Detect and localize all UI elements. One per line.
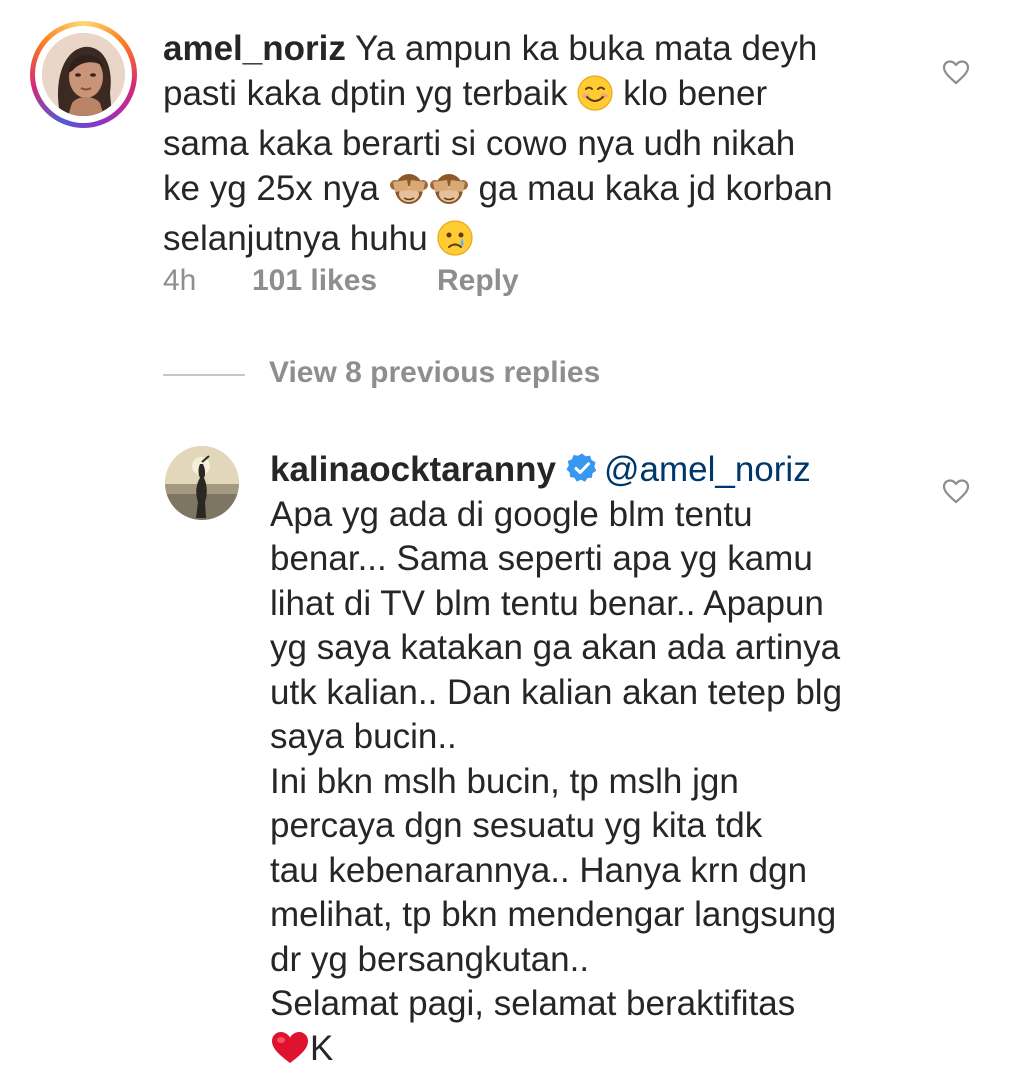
red-heart-icon <box>270 1030 310 1078</box>
comment-text-line: dr yg bersangkutan.. <box>270 939 590 979</box>
reply-comment-body: kalinaocktaranny @amel_noriz Apa yg ada d… <box>270 448 910 1077</box>
like-heart-icon[interactable] <box>942 478 970 504</box>
comment-text-line: utk kalian.. Dan kalian akan tetep blg <box>270 672 843 712</box>
verified-badge-icon <box>566 452 598 484</box>
smiling-face-icon <box>577 74 614 123</box>
comment-text-line: Ya ampun ka buka mata deyh <box>354 29 818 68</box>
comment-text-line: saya bucin.. <box>270 717 457 756</box>
avatar-beach-silhouette-image <box>165 446 239 520</box>
comment-amel-noriz: amel_noriz Ya ampun ka buka mata deyh pa… <box>0 0 1024 320</box>
comment-text-line: selanjutnya huhu <box>163 219 428 258</box>
like-heart-icon[interactable] <box>942 59 970 85</box>
view-replies-label: View 8 previous replies <box>269 356 601 389</box>
story-ring-avatar[interactable] <box>30 21 137 128</box>
comment-text-line: yg saya katakan ga akan ada artinya <box>270 628 841 667</box>
avatar[interactable] <box>165 446 239 520</box>
avatar-portrait-image <box>42 33 125 116</box>
comment-timestamp: 4h <box>163 264 197 297</box>
see-no-evil-monkey-icon <box>389 170 469 218</box>
mention-link[interactable]: @amel_noriz <box>604 450 811 489</box>
divider-line <box>163 374 245 376</box>
likes-count-link[interactable]: 101 likes <box>252 264 377 298</box>
comment-username[interactable]: amel_noriz <box>163 29 346 68</box>
comment-text-line: percaya dgn sesuatu yg kita tdk <box>270 806 763 845</box>
comment-text-line: sama kaka berarti si cowo nya udh nikah <box>163 124 796 163</box>
comment-text-line: lihat di TV blm tentu benar.. Apapun <box>270 583 824 623</box>
comment-text-line: melihat, tp bkn mendengar langsung <box>270 895 837 934</box>
reply-button[interactable]: Reply <box>437 264 519 298</box>
comment-text-line: klo bener <box>623 73 768 113</box>
crying-face-icon <box>437 220 473 268</box>
comment-text-line: pasti kaka dptin yg terbaik <box>163 73 568 113</box>
comment-text-line: K <box>310 1028 334 1068</box>
comment-text-line: Ini bkn mslh bucin, tp mslh jgn <box>270 761 739 801</box>
comment-text-line: ga mau kaka jd korban <box>478 168 833 208</box>
avatar <box>42 33 125 116</box>
comment-text-line: ke yg 25x nya <box>163 168 379 208</box>
comment-text-line: Apa yg ada di google blm tentu <box>270 494 753 534</box>
comment-text-line: benar... Sama seperti apa yg kamu <box>270 539 813 578</box>
comment-body: amel_noriz Ya ampun ka buka mata deyh pa… <box>163 27 923 268</box>
reply-username[interactable]: kalinaocktaranny <box>270 450 556 489</box>
comment-text-line: Selamat pagi, selamat beraktifitas <box>270 984 796 1023</box>
comment-text-line: tau kebenarannya.. Hanya krn dgn <box>270 850 808 890</box>
